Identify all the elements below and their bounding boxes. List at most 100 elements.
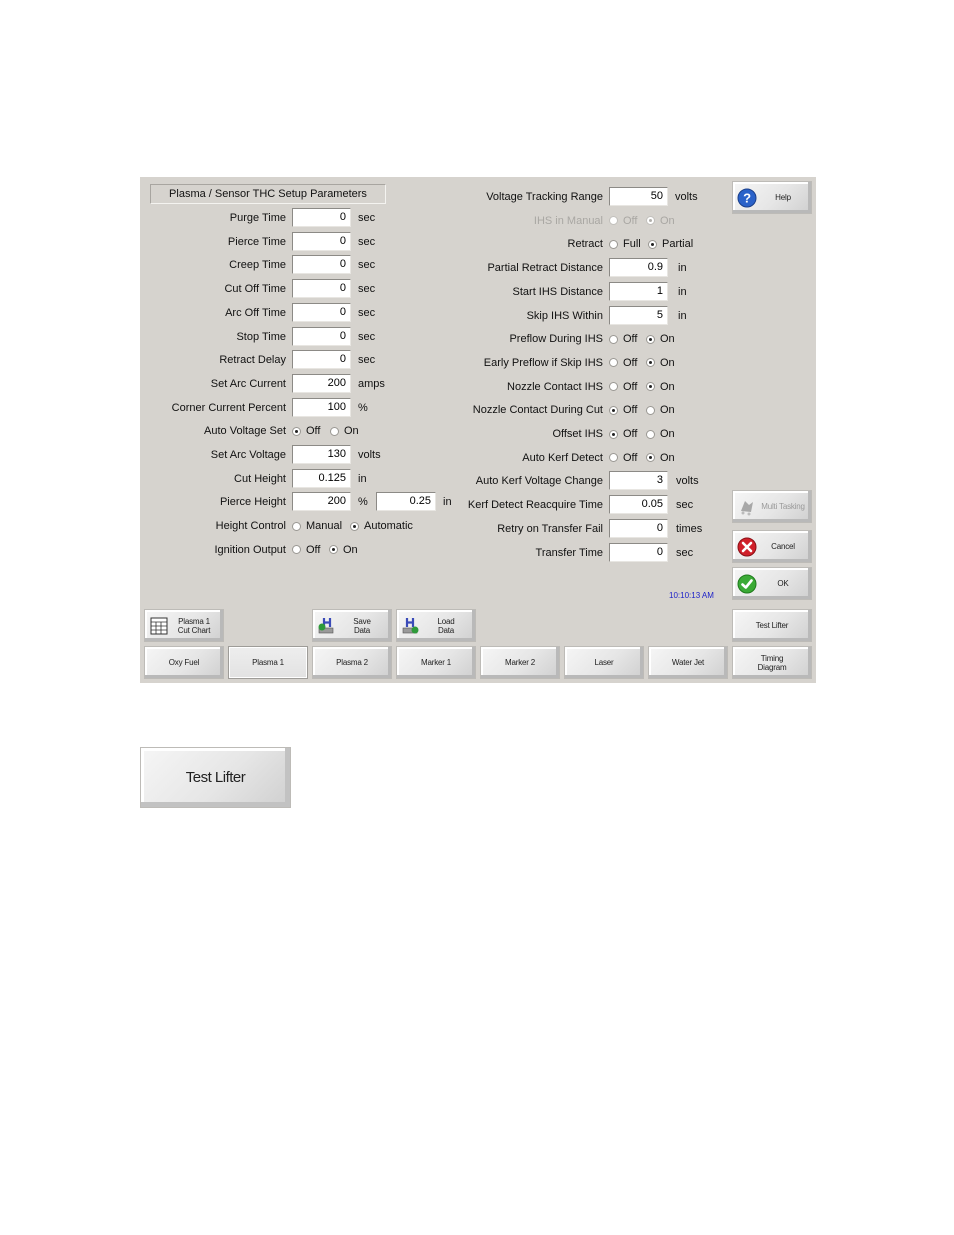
offset-ihs-label: Offset IHS (552, 428, 603, 440)
early-preflow-if-skip-ihs-radio-on[interactable]: On (646, 353, 675, 373)
nozzle-contact-ihs-radio-on[interactable]: On (646, 377, 675, 397)
ihs-in-manual-label: IHS in Manual (533, 214, 603, 227)
nozzle-contact-ihs-row: Nozzle Contact IHS Off On (140, 377, 816, 397)
transfer-time-input[interactable]: 0 (609, 542, 668, 562)
nozzle-contact-during-cut-row: Nozzle Contact During Cut Off On (140, 400, 816, 420)
checkmark-icon (737, 574, 757, 593)
skip-ihs-within-input[interactable]: 5 (609, 305, 668, 325)
kerf-detect-reacquire-time-row: Kerf Detect Reacquire Time 0.05 sec (140, 495, 816, 515)
ihs-in-manual-option-on: On (660, 214, 675, 227)
auto-kerf-voltage-change-row: Auto Kerf Voltage Change 3 volts (140, 471, 816, 491)
auto-kerf-detect-label: Auto Kerf Detect (522, 451, 603, 464)
radio-button-icon (609, 239, 618, 249)
preflow-during-ihs-option-off: Off (623, 333, 638, 346)
nozzle-contact-ihs-radio-off[interactable]: Off (609, 377, 637, 397)
radio-button-icon (646, 382, 655, 392)
tab-water-jet[interactable]: Water Jet (648, 646, 728, 679)
radio-button-icon (646, 334, 655, 344)
ok-label: OK (777, 579, 789, 588)
tab-oxy-fuel[interactable]: Oxy Fuel (144, 646, 224, 679)
start-ihs-distance-label: Start IHS Distance (512, 285, 603, 298)
transfer-time-label: Transfer Time (535, 546, 603, 559)
tab-marker-2[interactable]: Marker 2 (480, 646, 560, 679)
timing-diagram-button[interactable]: Timing Diagram (732, 646, 812, 679)
radio-button-icon (609, 429, 618, 439)
radio-button-icon (609, 358, 618, 368)
transfer-time-row: Transfer Time 0 sec (140, 542, 816, 563)
auto-kerf-voltage-change-input[interactable]: 3 (609, 471, 668, 491)
auto-kerf-detect-radio-off[interactable]: Off (609, 448, 637, 468)
partial-retract-distance-label: Partial Retract Distance (487, 262, 603, 275)
cancel-icon (737, 537, 757, 556)
nozzle-contact-during-cut-radio-off[interactable]: Off (609, 400, 637, 420)
nozzle-contact-during-cut-radio-on[interactable]: On (646, 400, 675, 420)
preflow-during-ihs-radio-on[interactable]: On (646, 329, 675, 349)
help-button[interactable]: ? Help (732, 181, 812, 214)
radio-button-icon (609, 334, 618, 344)
cancel-button[interactable]: Cancel (732, 530, 812, 563)
retract-option-partial: Partial (662, 238, 694, 251)
tab-label: Water Jet (671, 658, 705, 667)
voltage-tracking-range-input[interactable]: 50 (609, 187, 668, 206)
offset-ihs-radio-off[interactable]: Off (609, 424, 637, 444)
timing-diagram-label-1: Timing (760, 653, 784, 663)
ok-button[interactable]: OK (732, 567, 812, 600)
kerf-detect-reacquire-time-input[interactable]: 0.05 (609, 495, 668, 515)
auto-kerf-detect-option-on: On (660, 451, 675, 464)
multi-tasking-label: Multi Tasking (761, 502, 805, 511)
tab-marker-1[interactable]: Marker 1 (396, 646, 476, 679)
retry-on-transfer-fail-unit: times (676, 522, 703, 535)
tab-label: Marker 2 (505, 658, 535, 667)
thc-setup-panel: Plasma / Sensor THC Setup Parameters Pur… (140, 177, 816, 683)
save-disk-icon (318, 617, 334, 633)
retry-on-transfer-fail-input[interactable]: 0 (609, 518, 668, 538)
offset-ihs-row: Offset IHS Off On (140, 424, 816, 444)
retract-radio-partial[interactable]: Partial (648, 234, 693, 254)
load-data-label-1: Load (437, 616, 455, 626)
nozzle-contact-during-cut-label: Nozzle Contact During Cut (472, 404, 603, 417)
voltage-tracking-range-unit: volts (675, 191, 698, 203)
start-ihs-distance-unit: in (678, 285, 687, 298)
multi-tasking-button[interactable]: Multi Tasking (732, 490, 812, 523)
nozzle-contact-ihs-label: Nozzle Contact IHS (507, 380, 603, 393)
offset-ihs-radio-on[interactable]: On (646, 424, 675, 444)
svg-text:?: ? (743, 190, 751, 205)
tab-laser[interactable]: Laser (564, 646, 644, 679)
nozzle-contact-during-cut-option-off: Off (623, 404, 638, 417)
auto-kerf-detect-radio-on[interactable]: On (646, 448, 675, 468)
skip-ihs-within-unit: in (678, 309, 687, 322)
test-lifter-callout-button[interactable]: Test Lifter (140, 747, 291, 808)
auto-kerf-detect-row: Auto Kerf Detect Off On (140, 448, 816, 468)
load-data-button[interactable]: Load Data (396, 609, 476, 642)
retract-radio-full[interactable]: Full (609, 234, 641, 254)
cut-chart-label-1: Plasma 1 (178, 616, 210, 626)
early-preflow-if-skip-ihs-label: Early Preflow if Skip IHS (483, 356, 603, 369)
transfer-time-unit: sec (676, 546, 694, 559)
nozzle-contact-during-cut-option-on: On (660, 404, 675, 417)
radio-button-icon (609, 216, 618, 226)
tab-label: Marker 1 (421, 658, 451, 667)
tab-plasma-2[interactable]: Plasma 2 (312, 646, 392, 679)
ihs-in-manual-radio-on[interactable]: On (646, 211, 675, 231)
voltage-tracking-range-row: Voltage Tracking Range 50 volts (140, 187, 816, 207)
help-label: Help (775, 193, 791, 202)
offset-ihs-option-on: On (660, 428, 675, 440)
retract-label: Retract (567, 238, 603, 251)
save-data-button[interactable]: Save Data (312, 609, 392, 642)
preflow-during-ihs-row: Preflow During IHS Off On (140, 329, 816, 349)
start-ihs-distance-input[interactable]: 1 (609, 281, 668, 301)
preflow-during-ihs-radio-off[interactable]: Off (609, 329, 637, 349)
cut-chart-label-2: Cut Chart (177, 625, 211, 635)
partial-retract-distance-input[interactable]: 0.9 (609, 258, 668, 278)
ihs-in-manual-option-off: Off (623, 214, 638, 227)
help-icon: ? (737, 188, 757, 207)
ihs-in-manual-radio-off[interactable]: Off (609, 211, 637, 231)
cut-chart-button[interactable]: Plasma 1 Cut Chart (144, 609, 224, 642)
test-lifter-button[interactable]: Test Lifter (732, 609, 812, 642)
preflow-during-ihs-option-on: On (660, 333, 675, 346)
early-preflow-if-skip-ihs-radio-off[interactable]: Off (609, 353, 637, 373)
tab-plasma-1[interactable]: Plasma 1 (228, 646, 308, 679)
early-preflow-if-skip-ihs-option-on: On (660, 356, 675, 369)
offset-ihs-option-off: Off (623, 428, 638, 440)
tab-label: Plasma 2 (336, 658, 368, 667)
